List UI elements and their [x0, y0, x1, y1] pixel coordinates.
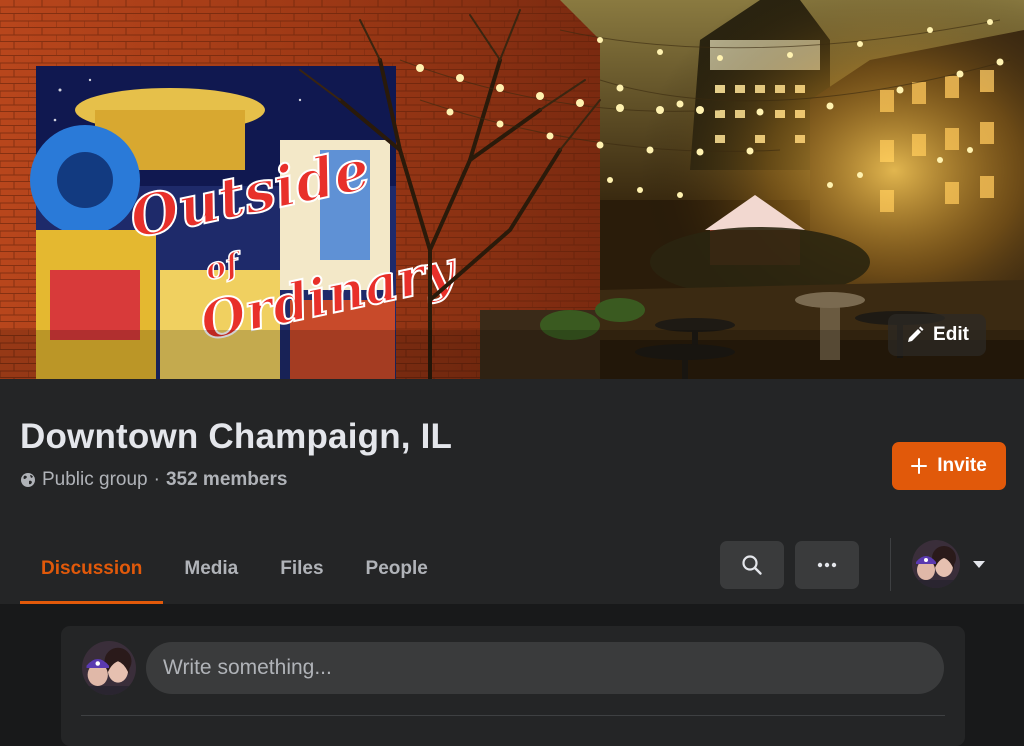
search-icon: [742, 555, 762, 575]
pencil-icon: [908, 326, 924, 342]
profile-switcher[interactable]: [912, 539, 986, 589]
cover-photo: Outside of Ordinary Edit: [0, 0, 1024, 379]
write-something-input[interactable]: Write something...: [146, 642, 944, 694]
edit-cover-label: Edit: [933, 324, 969, 345]
group-meta: Public group · 352 members: [20, 469, 287, 491]
group-header: Downtown Champaign, IL Public group · 35…: [0, 379, 1024, 604]
group-members-count[interactable]: 352 members: [166, 469, 287, 491]
globe-icon: [20, 472, 36, 488]
avatar[interactable]: [82, 641, 136, 695]
search-button[interactable]: [720, 541, 784, 589]
tab-media[interactable]: Media: [163, 537, 259, 601]
plus-icon: [911, 458, 928, 474]
group-name: Downtown Champaign, IL: [20, 417, 453, 456]
tab-people[interactable]: People: [345, 537, 449, 601]
edit-cover-button[interactable]: Edit: [888, 314, 986, 356]
composer-divider: [81, 715, 945, 716]
avatar: [912, 540, 960, 588]
invite-label: Invite: [937, 455, 987, 476]
post-composer: Write something...: [61, 626, 965, 746]
cover-photo-illustration: Outside of Ordinary: [0, 0, 1024, 379]
invite-button[interactable]: Invite: [892, 442, 1006, 490]
tab-discussion[interactable]: Discussion: [20, 537, 164, 604]
header-divider: [890, 538, 891, 591]
group-privacy: Public group: [42, 469, 148, 490]
group-tabs: Discussion Media Files People: [20, 537, 449, 604]
tab-files[interactable]: Files: [259, 537, 344, 601]
caret-down-icon: [973, 560, 985, 568]
more-horizontal-icon: [817, 562, 837, 568]
more-options-button[interactable]: [795, 541, 859, 589]
meta-separator: ·: [153, 469, 160, 490]
group-feed: Write something...: [0, 604, 1024, 746]
